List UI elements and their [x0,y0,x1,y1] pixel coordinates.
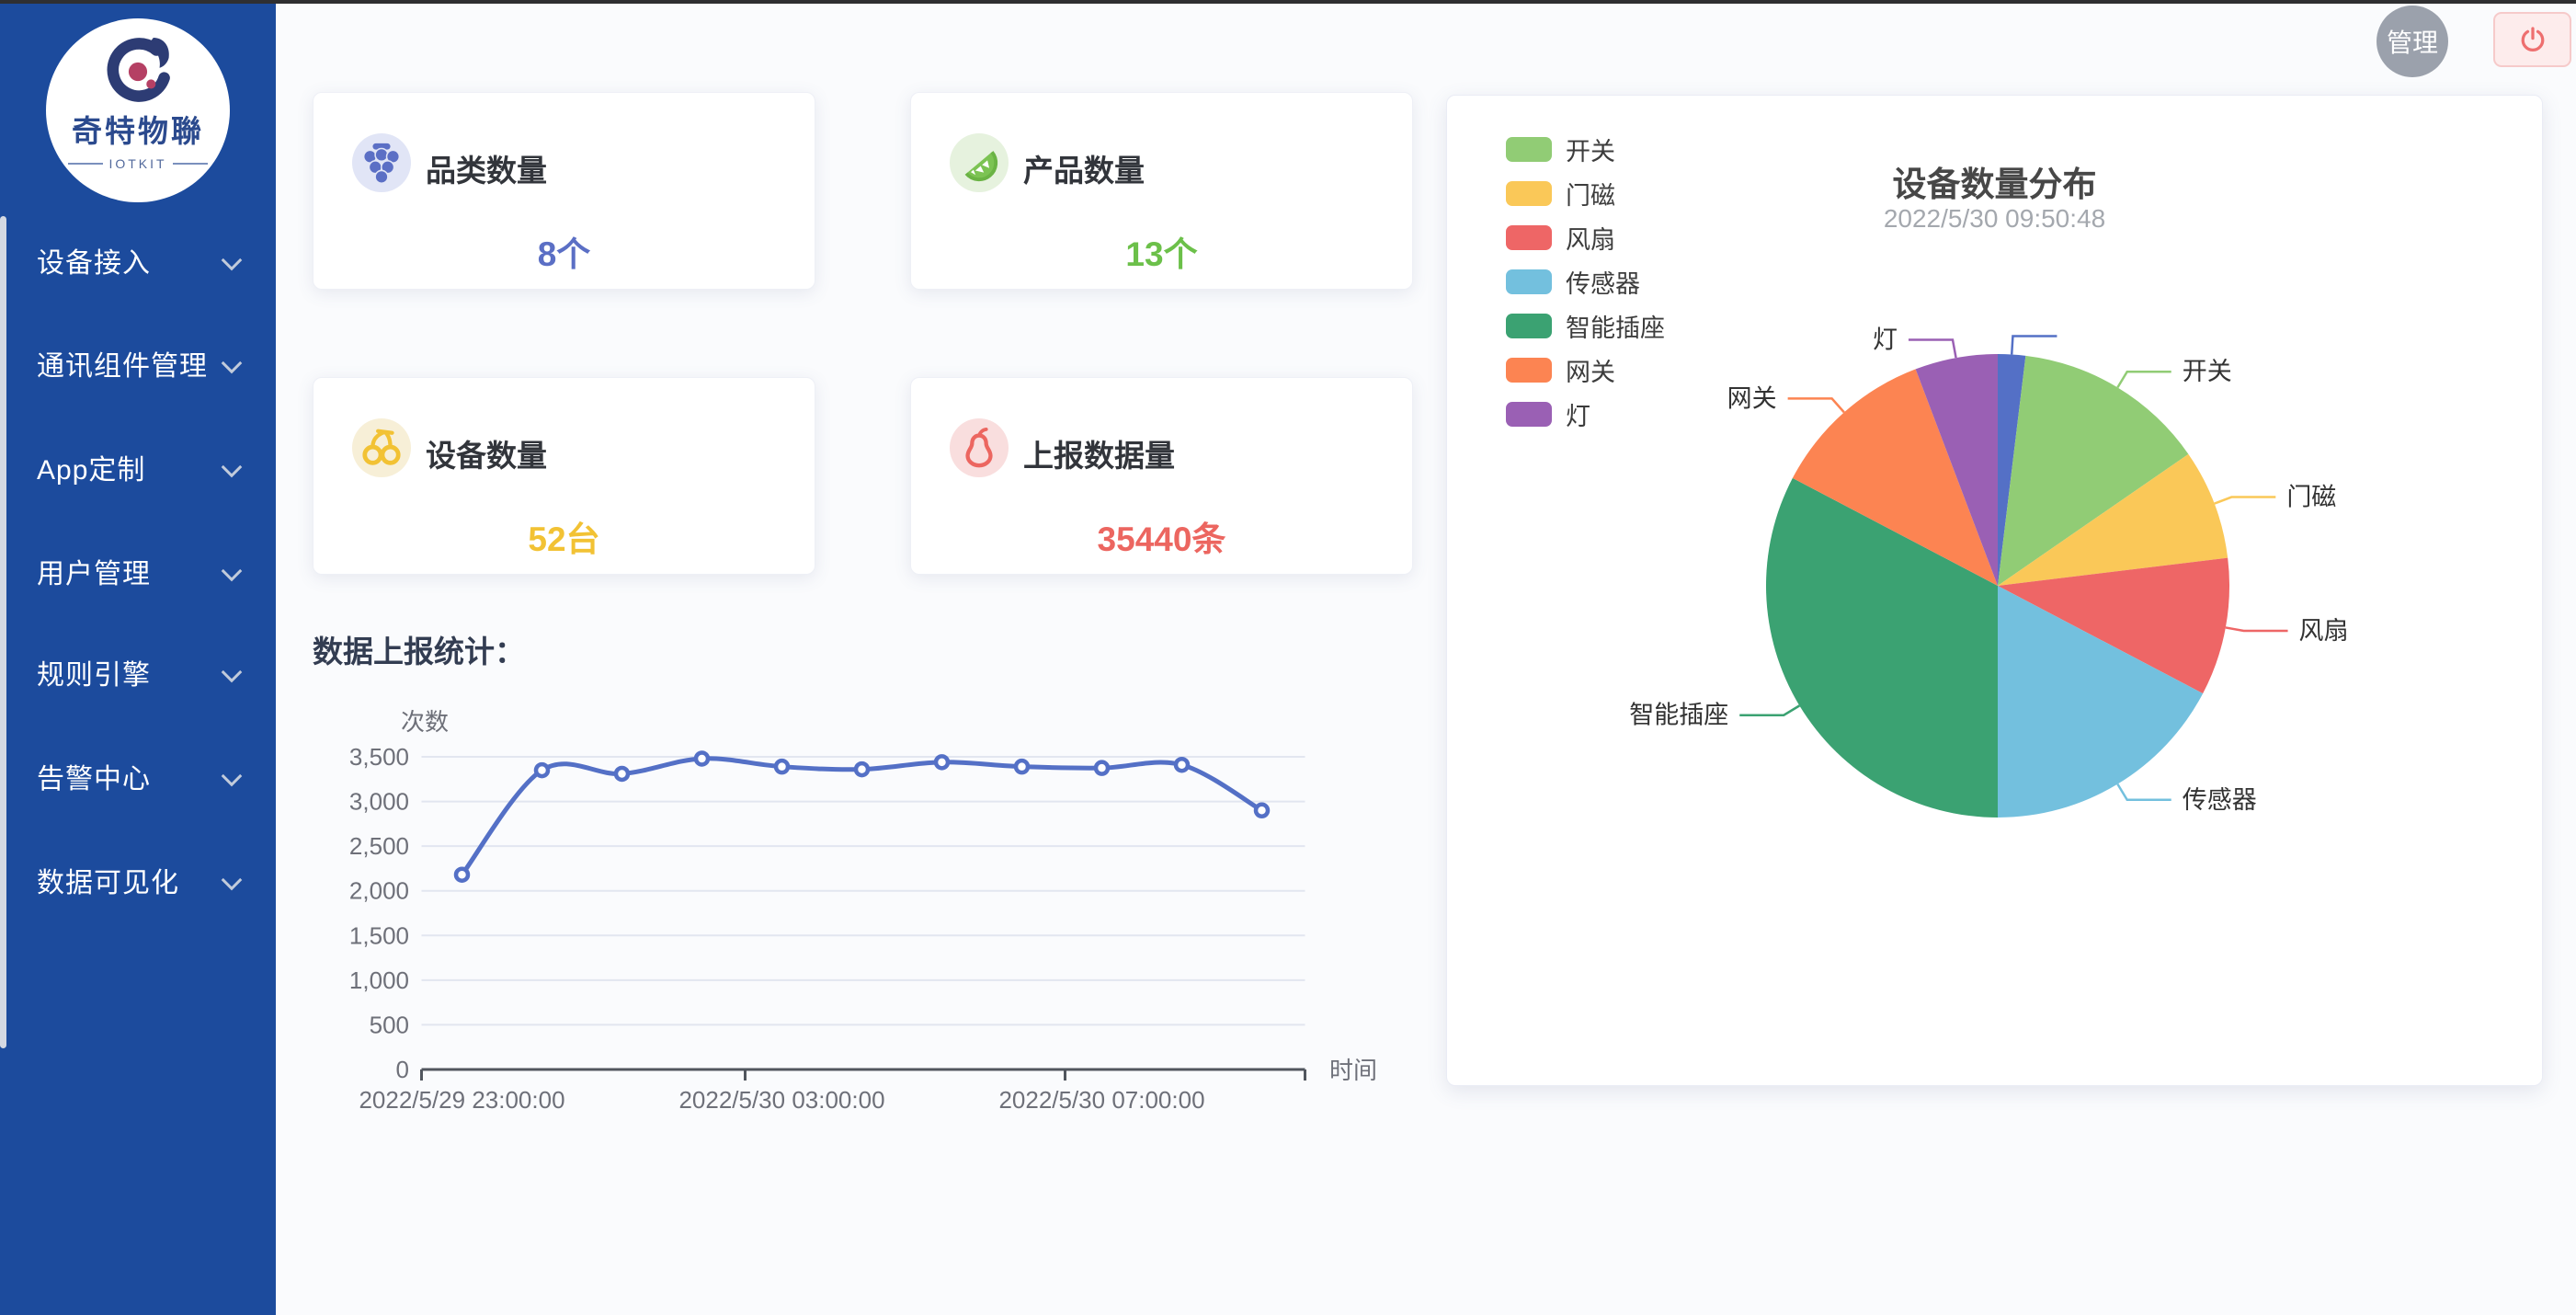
stat-card-value: 13个 [911,226,1412,276]
pie-label-line [2117,372,2171,387]
sidebar: 奇特物聯 IOTKIT 设备接入 通讯组件管理 App定制 用户管理 规则引擎 [0,4,276,1315]
stat-card-value: 35440条 [911,511,1412,561]
dashboard-page: 奇特物聯 IOTKIT 设备接入 通讯组件管理 App定制 用户管理 规则引擎 [0,0,2576,1315]
y-tick-label: 1,000 [349,966,409,994]
chevron-down-icon [222,250,243,271]
y-axis-name: 次数 [401,708,449,736]
device-distribution-card: 设备数量分布 2022/5/30 09:50:48 开关门磁风扇传感器智能插座网… [1446,95,2543,1086]
pie-slice-label: 智能插座 [1629,702,1728,729]
y-tick-label: 500 [370,1011,409,1038]
data-point[interactable] [1016,760,1028,772]
report-line-chart[interactable]: 0 500 1,000 1,500 2,000 2,500 3,000 3,500 2022/5… [303,699,1443,1131]
stat-card-title: 产品数量 [1023,146,1145,190]
stat-card-value: 8个 [313,226,815,276]
device-distribution-pie[interactable]: 开关门磁风扇传感器 智能插座 网关 灯 [1447,96,2542,1085]
y-tick-label: 2,000 [349,877,409,905]
pie-slice-label: 开关 [2183,358,2232,385]
pie-label-line [2117,784,2171,800]
data-point[interactable] [856,763,868,775]
brand-logo: 奇特物聯 IOTKIT [46,18,230,202]
data-point[interactable] [1176,759,1188,771]
stat-card-report-count: 上报数据量 35440条 [910,377,1413,575]
data-point[interactable] [456,869,468,881]
pear-icon [950,418,1009,477]
line-chart-heading: 数据上报统计： [313,627,525,671]
pie-slice-label: 门磁 [2286,484,2336,511]
pie-label-line [1739,705,1799,715]
sidebar-item-device-access[interactable]: 设备接入 [0,242,276,279]
pie-label-line [2226,627,2288,631]
data-point[interactable] [536,764,548,776]
sidebar-item-alarm-center[interactable]: 告警中心 [0,758,276,795]
stat-card-title: 上报数据量 [1023,431,1175,475]
pie-label-line [1788,398,1844,412]
x-axis-name: 时间 [1329,1057,1377,1084]
data-point[interactable] [696,752,708,764]
data-point[interactable] [616,768,628,780]
chevron-down-icon [222,457,243,478]
window-top-edge [0,0,2576,4]
logout-power-button[interactable] [2493,12,2571,67]
sidebar-item-comm-component-mgmt[interactable]: 通讯组件管理 [0,345,276,382]
y-tick-label: 1,500 [349,921,409,949]
data-point[interactable] [1096,762,1108,774]
stat-card-device-count: 设备数量 52台 [313,377,815,575]
brand-name-cn: 奇特物聯 [72,107,204,151]
data-point[interactable] [776,760,788,772]
sidebar-scrollbar[interactable] [0,216,6,1048]
stat-card-product-count: 产品数量 13个 [910,92,1413,290]
y-tick-label: 0 [396,1056,409,1083]
pie-label-line [2012,336,2057,354]
chevron-down-icon [222,870,243,891]
power-icon [2517,24,2548,55]
data-point[interactable] [936,756,948,768]
sidebar-item-user-mgmt[interactable]: 用户管理 [0,553,276,589]
cherry-icon [352,418,411,477]
rule-line [68,163,103,165]
pie-slice-label: 风扇 [2299,617,2349,645]
rule-line [173,163,208,165]
pie-slice-label: 网关 [1727,384,1777,412]
iotkit-logo-icon [99,33,177,110]
x-tick-label: 2022/5/30 03:00:00 [678,1086,884,1114]
sidebar-item-app-custom[interactable]: App定制 [0,449,276,486]
brand-name-en: IOTKIT [68,156,207,171]
pie-slice-label: 灯 [1873,326,1898,353]
pie-label-line [1909,339,1956,358]
lemon-icon [950,133,1009,192]
stat-card-title: 品类数量 [426,146,547,190]
avatar[interactable]: 管理 [2377,6,2448,77]
pie-label-line [2215,497,2276,504]
sidebar-item-rule-engine[interactable]: 规则引擎 [0,654,276,691]
chevron-down-icon [222,766,243,787]
stat-card-title: 设备数量 [426,431,547,475]
x-tick-label: 2022/5/30 07:00:00 [998,1086,1204,1114]
y-tick-label: 2,500 [349,832,409,860]
sidebar-item-data-visualization[interactable]: 数据可见化 [0,862,276,898]
chevron-down-icon [222,662,243,683]
chevron-down-icon [222,561,243,582]
chevron-down-icon [222,353,243,374]
y-tick-label: 3,500 [349,743,409,771]
y-tick-label: 3,000 [349,788,409,816]
stat-card-category-count: 品类数量 8个 [313,92,815,290]
grapes-icon [352,133,411,192]
stat-card-value: 52台 [313,511,815,561]
data-point[interactable] [1256,805,1268,817]
pie-slice-label: 传感器 [2183,786,2257,814]
x-tick-label: 2022/5/29 23:00:00 [359,1086,564,1114]
